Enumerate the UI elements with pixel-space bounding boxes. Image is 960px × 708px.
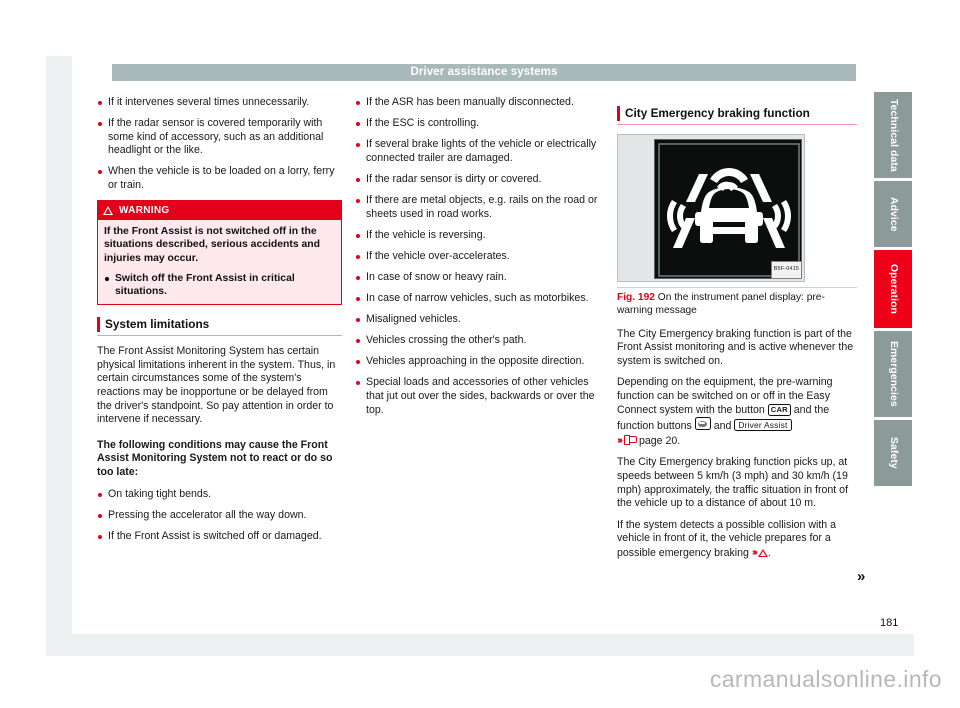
car-button-glyph[interactable]: CAR (767, 403, 791, 416)
figure-code: B5F-0415 (770, 261, 802, 279)
middle-column: If the ASR has been manually disconnecte… (355, 96, 600, 425)
list-item: Vehicles approaching in the opposite dir… (355, 355, 600, 369)
list-item: Special loads and accessories of other v… (355, 376, 600, 417)
body-paragraph: The Front Assist Monitoring System has c… (97, 345, 336, 426)
figure-number: Fig. 192 (617, 292, 655, 303)
left-column: If it intervenes several times unnecessa… (97, 96, 342, 551)
sidebar-item-safety[interactable]: Safety (874, 420, 912, 486)
list-item: If the ASR has been manually disconnecte… (355, 96, 600, 110)
warning-triangle-icon (103, 205, 113, 215)
list-item: If the vehicle over-accelerates. (355, 250, 600, 264)
instrument-panel-display (654, 139, 802, 279)
warning-header: WARNING (98, 201, 341, 221)
paragraph-suffix: . (767, 546, 771, 559)
section-heading: City Emergency braking function (617, 106, 857, 121)
page-number: 181 (880, 617, 899, 629)
section-rule (617, 124, 857, 125)
list-item: If the ESC is controlling. (355, 117, 600, 131)
cross-reference-page[interactable]: page 20. (639, 435, 680, 447)
manual-page: Driver assistance systems If it interven… (0, 0, 960, 708)
warning-body: If the Front Assist is not switched off … (98, 220, 341, 304)
figure: B5F-0415 Fig. 192 On the instrument pane… (617, 134, 857, 318)
paragraph-text: If the system detects a possible collisi… (617, 518, 837, 559)
list-item: In case of snow or heavy rain. (355, 271, 600, 285)
list-item: If several brake lights of the vehicle o… (355, 138, 600, 165)
list-item: If it intervenes several times unnecessa… (97, 96, 342, 110)
list-item: If the radar sensor is dirty or covered. (355, 173, 600, 187)
sidebar-item-label: Emergencies (888, 341, 899, 407)
right-column: City Emergency braking function B5F-0415… (617, 96, 857, 569)
body-paragraph: The City Emergency braking function is p… (617, 327, 854, 367)
sidebar-item-label: Operation (888, 264, 899, 314)
sidebar-item-advice[interactable]: Advice (874, 181, 912, 247)
booklet-icon (624, 434, 637, 445)
sidebar-item-label: Advice (888, 196, 899, 232)
figure-caption: Fig. 192 On the instrument panel display… (617, 287, 857, 318)
car-radar-prewarning-icon (658, 143, 800, 277)
sidebar-item-emergencies[interactable]: Emergencies (874, 331, 912, 417)
watermark: carmanualsonline.info (709, 666, 942, 692)
sidebar-item-technical-data[interactable]: Technical data (874, 92, 912, 178)
figure-image: B5F-0415 (617, 134, 805, 282)
body-paragraph: The City Emergency braking function pick… (617, 456, 849, 510)
list-item: If there are metal objects, e.g. rails o… (355, 194, 600, 221)
list-item: When the vehicle is to be loaded on a lo… (97, 165, 342, 192)
setup-button-icon[interactable] (694, 417, 711, 431)
warning-text: If the Front Assist is not switched off … (104, 226, 320, 264)
conditions-lead: The following conditions may cause the F… (97, 438, 333, 478)
list-item: In case of narrow vehicles, such as moto… (355, 292, 600, 306)
section-heading: System limitations (97, 317, 342, 333)
cross-reference-arrows: ››› (751, 546, 758, 558)
list-item: Vehicles crossing the other's path. (355, 334, 600, 348)
continuation-marker: » (857, 568, 866, 585)
body-paragraph-with-buttons: Depending on the equipment, the pre-warn… (617, 376, 857, 448)
list-item: If the vehicle is reversing. (355, 229, 600, 243)
driver-assist-button-glyph[interactable]: Driver Assist (734, 419, 792, 432)
page-title: Driver assistance systems (410, 66, 558, 78)
list-item: Pressing the accelerator all the way dow… (97, 509, 342, 523)
list-item: If the radar sensor is covered temporari… (97, 117, 342, 158)
list-item: If the Front Assist is switched off or d… (97, 530, 342, 544)
warning-list-item: Switch off the Front Assist in critical … (104, 272, 335, 298)
section-rule (97, 335, 342, 337)
list-item: On taking tight bends. (97, 488, 342, 502)
sidebar-item-operation[interactable]: Operation (874, 250, 912, 328)
warning-label: WARNING (119, 204, 170, 216)
sidebar-item-label: Safety (888, 437, 899, 469)
sidebar-item-label: Technical data (888, 98, 899, 172)
list-item: Misaligned vehicles. (355, 313, 600, 327)
warning-triangle-icon (757, 548, 768, 557)
running-header: Driver assistance systems (112, 64, 856, 81)
paragraph-part-3: and (713, 420, 732, 433)
body-paragraph-final: If the system detects a possible collisi… (617, 519, 857, 561)
cross-reference-arrows: ››› (617, 434, 623, 446)
warning-box: WARNING If the Front Assist is not switc… (97, 200, 342, 306)
sidebar-tabs: Technical data Advice Operation Emergenc… (874, 92, 912, 489)
